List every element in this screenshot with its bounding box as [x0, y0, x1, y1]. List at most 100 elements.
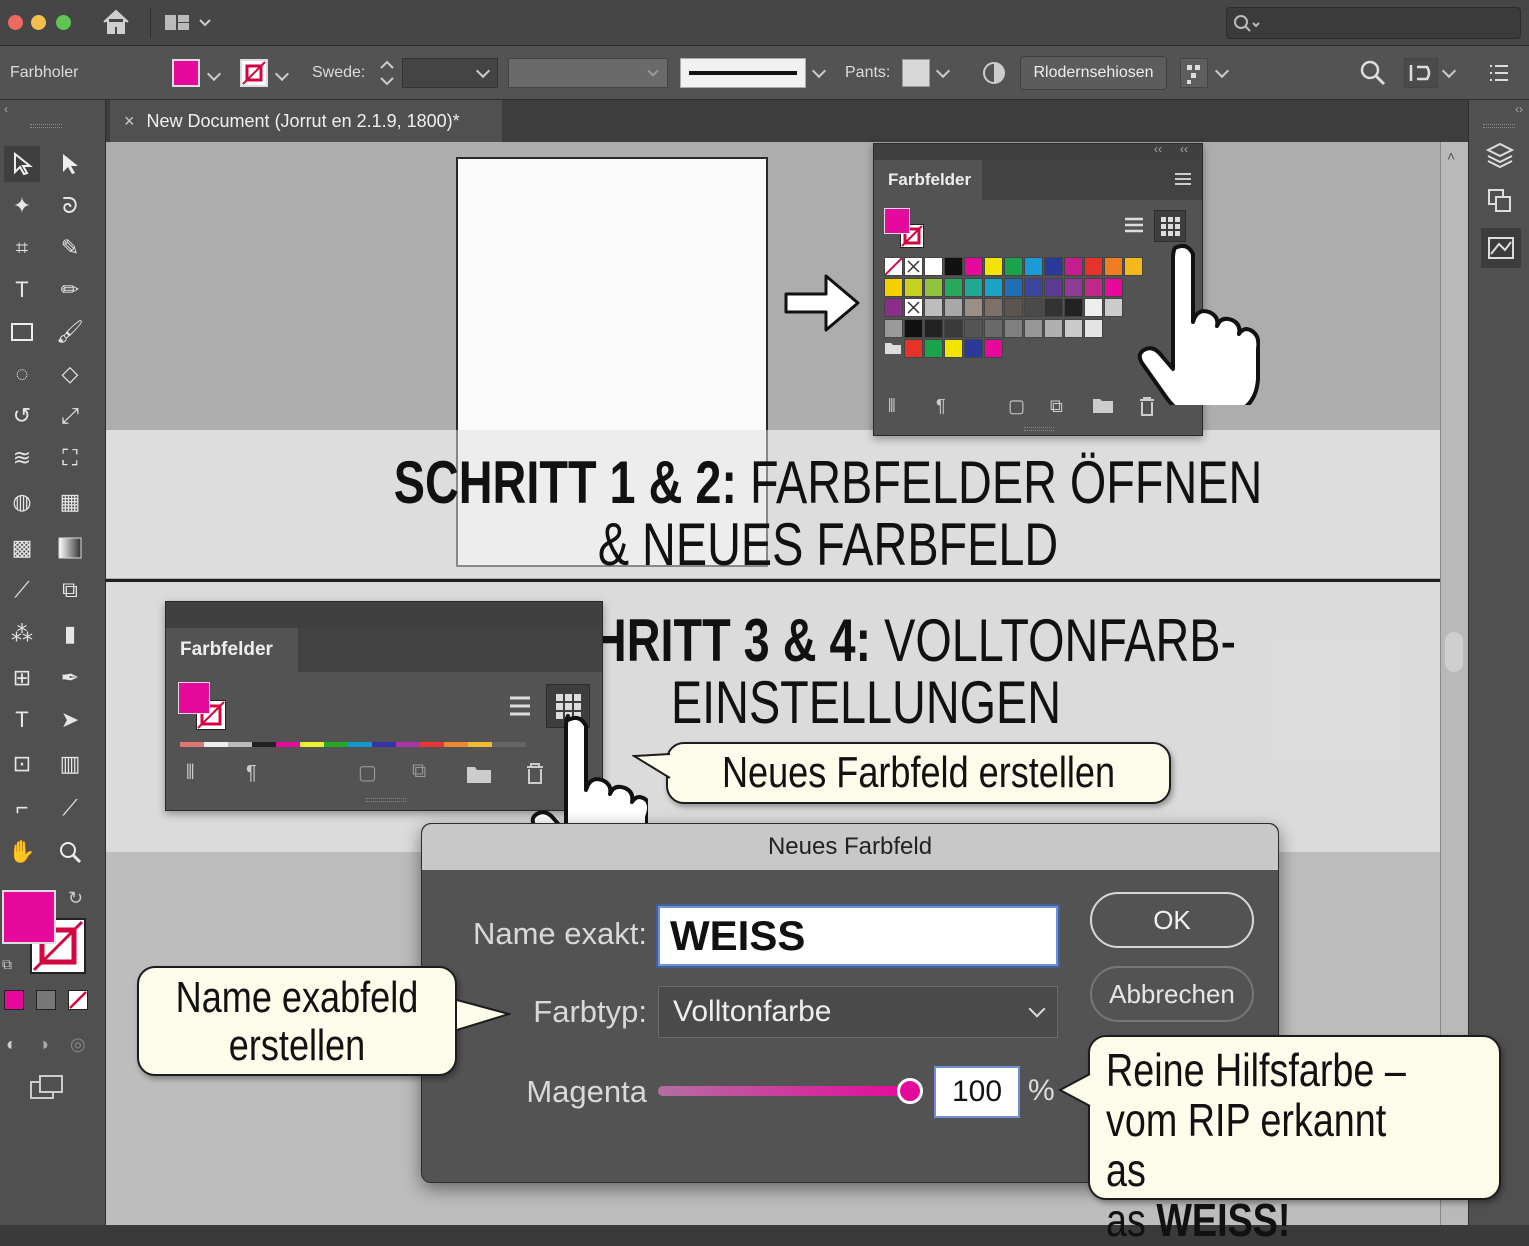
- grip-handle[interactable]: [1483, 124, 1515, 128]
- eyedropper-icon[interactable]: ✎: [52, 230, 88, 266]
- swap-fill-stroke-icon[interactable]: ↻: [68, 888, 83, 909]
- panel-menu-icon[interactable]: [1488, 63, 1510, 83]
- chevron-down-icon[interactable]: [1441, 63, 1457, 79]
- resize-grip[interactable]: [366, 798, 406, 802]
- crop-icon[interactable]: ⌗: [4, 230, 40, 266]
- bar-graph-icon[interactable]: ▥: [52, 746, 88, 782]
- eyedropper-3-icon[interactable]: ⟋: [52, 790, 88, 826]
- scale-tool-icon[interactable]: ⤢: [52, 398, 88, 434]
- minimize-window-button[interactable]: [31, 15, 46, 30]
- perspective-grid-icon[interactable]: ▦: [52, 484, 88, 520]
- fill-color-swatch[interactable]: [172, 59, 200, 87]
- color-mode-icon[interactable]: [4, 990, 24, 1010]
- shape-builder-icon[interactable]: ◍: [4, 484, 40, 520]
- color-type-select[interactable]: Volltonfarbe: [658, 986, 1058, 1038]
- swatch-cell[interactable]: [944, 298, 963, 317]
- grid-view-icon[interactable]: [1154, 210, 1186, 242]
- align-icon[interactable]: [1180, 58, 1208, 88]
- type-tool-2-icon[interactable]: T: [4, 702, 40, 738]
- swatch-cell[interactable]: [1104, 298, 1123, 317]
- swatch-cell[interactable]: [884, 339, 903, 358]
- draw-behind-icon[interactable]: ◑: [38, 1034, 49, 1055]
- pencil-icon[interactable]: ✏: [52, 272, 88, 308]
- draw-normal-icon[interactable]: ◐: [6, 1034, 17, 1055]
- swatch-options-icon[interactable]: ▢: [1008, 396, 1025, 417]
- swatch-cell[interactable]: [1084, 257, 1103, 276]
- swatch-cell[interactable]: [944, 318, 963, 338]
- swatch-cell[interactable]: [1044, 277, 1063, 297]
- swatch-cell[interactable]: [1024, 257, 1043, 276]
- grip-handle[interactable]: [30, 124, 62, 128]
- close-panel-icon[interactable]: ‹‹: [1180, 142, 1188, 156]
- swatch-cell[interactable]: [944, 339, 963, 358]
- chevron-down-icon[interactable]: [274, 66, 290, 82]
- variable-width-select[interactable]: [508, 58, 668, 88]
- swatch-cell[interactable]: [904, 277, 923, 297]
- swatch-cell[interactable]: [884, 257, 903, 276]
- search-input[interactable]: [1226, 7, 1521, 39]
- swatch-cell[interactable]: [884, 298, 903, 317]
- cancel-button[interactable]: Abbrechen: [1090, 966, 1254, 1022]
- scroll-thumb[interactable]: [1445, 632, 1463, 672]
- swatch-cell[interactable]: [1064, 298, 1083, 317]
- artboard-tool-icon[interactable]: ⊞: [4, 660, 40, 696]
- paintbrush-icon[interactable]: 🖌: [52, 314, 88, 350]
- swatch-cell[interactable]: [1004, 298, 1023, 317]
- libraries-icon[interactable]: [1481, 228, 1521, 268]
- free-transform-icon[interactable]: ⛶: [52, 440, 88, 476]
- artboard-2-icon[interactable]: ⌐: [4, 790, 40, 826]
- swatch-cell[interactable]: [924, 339, 943, 358]
- swatch-cell[interactable]: [924, 318, 943, 338]
- warp-tool-icon[interactable]: ≋: [4, 440, 40, 476]
- layers-icon[interactable]: [1485, 140, 1515, 170]
- swatch-cell[interactable]: [984, 277, 1003, 297]
- swatch-cell[interactable]: [904, 339, 923, 358]
- blend-tool-icon[interactable]: ⧉: [52, 572, 88, 608]
- swatch-cell[interactable]: [1004, 257, 1023, 276]
- swatch-libraries-icon[interactable]: ⫴: [186, 762, 194, 785]
- swatch-cell[interactable]: [964, 318, 983, 338]
- swatch-cell[interactable]: [1084, 298, 1103, 317]
- workspace-switcher-icon[interactable]: [164, 12, 212, 34]
- swatch-cell[interactable]: [984, 318, 1003, 338]
- hand-tool-icon[interactable]: ✋: [4, 834, 40, 870]
- swatch-cell[interactable]: [1104, 277, 1123, 297]
- brush-definition-select[interactable]: [680, 58, 806, 88]
- chevron-down-icon[interactable]: [935, 63, 951, 79]
- chevron-down-icon[interactable]: [811, 63, 827, 79]
- zoom-window-button[interactable]: [56, 15, 71, 30]
- swatch-cell[interactable]: [1064, 318, 1083, 338]
- collapse-arrow-icon[interactable]: ‹: [4, 102, 8, 116]
- resize-grip[interactable]: [1024, 427, 1054, 431]
- screen-mode-icon[interactable]: [30, 1074, 66, 1100]
- collapse-icon[interactable]: ‹‹: [1154, 142, 1162, 156]
- swatch-cell[interactable]: [984, 298, 1003, 317]
- none-mode-icon[interactable]: [68, 990, 88, 1010]
- swatch-cell[interactable]: [964, 339, 983, 358]
- swatch-cell[interactable]: [964, 257, 983, 276]
- swatch-cell[interactable]: [904, 298, 923, 317]
- chevron-down-icon[interactable]: [1214, 63, 1230, 79]
- swatch-cell[interactable]: [1024, 318, 1043, 338]
- magic-wand-icon[interactable]: ✦: [4, 188, 40, 224]
- swatch-cell[interactable]: [1024, 277, 1043, 297]
- eyedropper-tool-icon[interactable]: ⟋: [4, 572, 40, 608]
- swatch-cell[interactable]: [1084, 318, 1103, 338]
- draw-inside-icon[interactable]: ◎: [70, 1034, 86, 1055]
- show-kinds-icon[interactable]: ¶: [936, 396, 946, 417]
- arrange-documents-icon[interactable]: [1404, 58, 1438, 88]
- new-color-group-icon[interactable]: ⧉: [412, 760, 426, 783]
- swatch-cell[interactable]: [1064, 277, 1083, 297]
- fill-mini[interactable]: [178, 682, 210, 714]
- swatch-cell[interactable]: [1004, 318, 1023, 338]
- close-icon[interactable]: ×: [124, 111, 135, 132]
- swatch-options-icon[interactable]: ▢: [358, 760, 377, 785]
- swatch-cell[interactable]: [904, 318, 923, 338]
- direct-selection-tool-icon[interactable]: [52, 146, 88, 182]
- close-window-button[interactable]: [8, 15, 23, 30]
- swatch-cell[interactable]: [984, 257, 1003, 276]
- swatch-cell[interactable]: [1044, 318, 1063, 338]
- fill-mini[interactable]: [884, 208, 910, 234]
- shaper-tool-icon[interactable]: ◌: [4, 356, 40, 392]
- list-view-icon[interactable]: [1118, 210, 1150, 242]
